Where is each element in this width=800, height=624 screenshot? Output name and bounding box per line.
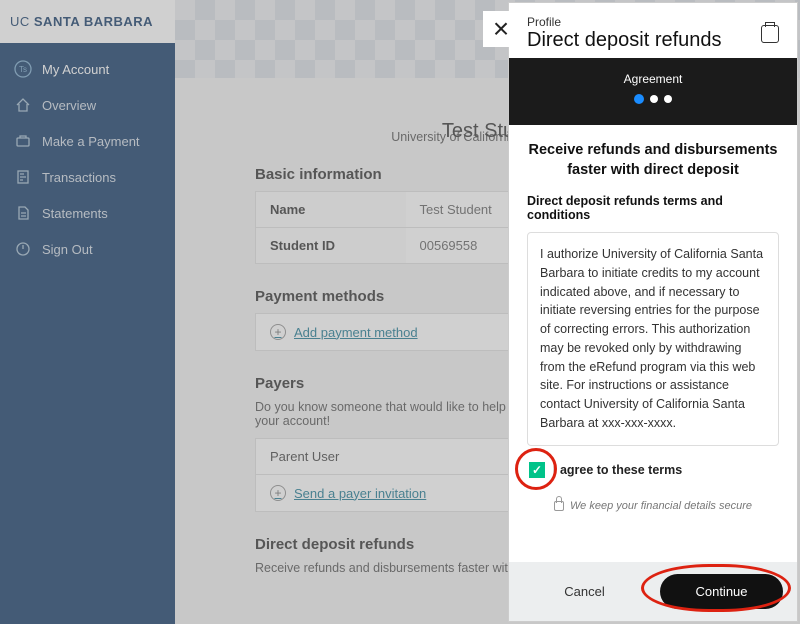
panel-body: Receive refunds and disbursements faster… — [509, 125, 797, 562]
close-button[interactable]: × — [483, 11, 519, 47]
print-icon[interactable] — [761, 25, 779, 43]
checkbox-checked-icon: ✓ — [529, 462, 545, 478]
panel-title: Direct deposit refunds — [527, 29, 751, 52]
cancel-button[interactable]: Cancel — [523, 574, 646, 609]
secure-text: We keep your financial details secure — [570, 500, 752, 512]
step-dots — [634, 95, 672, 104]
step-label: Agreement — [509, 72, 797, 86]
continue-button[interactable]: Continue — [660, 574, 783, 609]
direct-deposit-panel: × Profile Direct deposit refunds Agreeme… — [508, 2, 798, 622]
step-dot-2 — [650, 95, 658, 103]
lock-icon — [554, 501, 564, 511]
close-icon: × — [493, 13, 509, 45]
stepper: Agreement — [509, 58, 797, 125]
agree-label: I agree to these terms — [553, 463, 682, 477]
panel-header: Profile Direct deposit refunds — [509, 3, 797, 58]
terms-text: I authorize University of California San… — [527, 232, 779, 446]
agree-checkbox-row[interactable]: ✓ I agree to these terms — [529, 462, 779, 478]
terms-heading: Direct deposit refunds terms and conditi… — [527, 194, 779, 222]
secure-note: We keep your financial details secure — [527, 500, 779, 512]
panel-footer: Cancel Continue — [509, 562, 797, 621]
step-dot-3 — [664, 95, 672, 103]
panel-headline: Receive refunds and disbursements faster… — [527, 141, 779, 180]
step-dot-1 — [634, 94, 644, 104]
panel-breadcrumb: Profile — [527, 15, 751, 29]
